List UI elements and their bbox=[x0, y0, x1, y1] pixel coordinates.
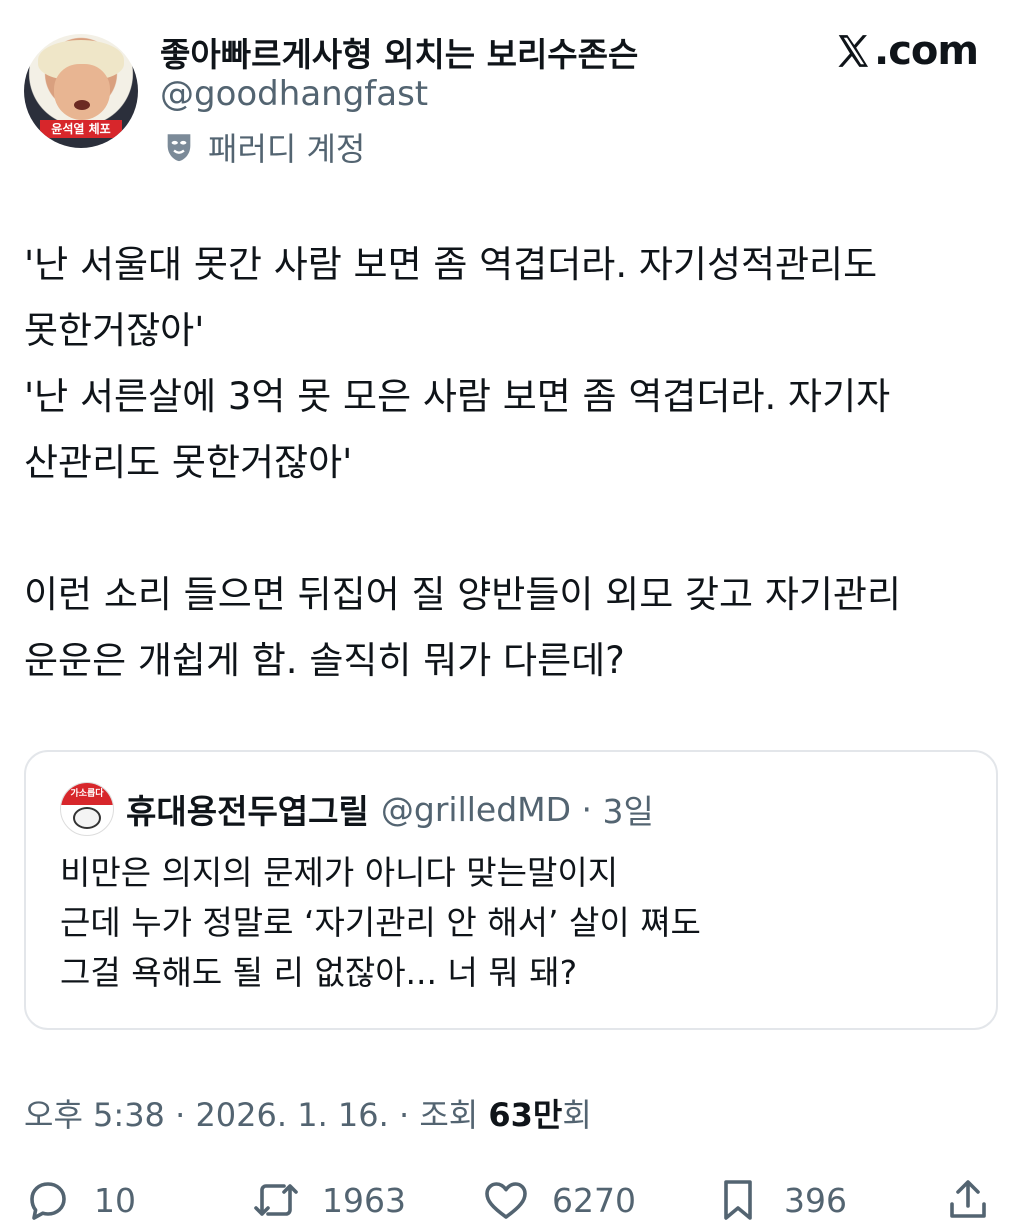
heart-icon bbox=[485, 1182, 527, 1219]
author-display-name[interactable]: 좋아빠르게사형 외치는 보리수존슨 bbox=[160, 28, 638, 76]
reply-icon bbox=[30, 1182, 66, 1220]
retweet-button[interactable]: 1963 bbox=[252, 1176, 406, 1224]
views-count: 63만 bbox=[488, 1096, 563, 1134]
x-brand: .com bbox=[834, 28, 979, 74]
like-count: 6270 bbox=[552, 1180, 636, 1220]
bear-face-icon bbox=[73, 807, 101, 829]
tweet-actions: 10 1963 6270 396 bbox=[24, 1176, 1000, 1232]
tweet-time[interactable]: 오후 5:38 bbox=[24, 1096, 165, 1134]
parody-mask-icon bbox=[167, 134, 191, 162]
meta-separator: · bbox=[398, 1096, 420, 1134]
views-label: 조회 bbox=[419, 1096, 479, 1134]
quoted-separator-dot: · bbox=[571, 789, 603, 829]
reply-button[interactable]: 10 bbox=[24, 1176, 136, 1224]
tweet-text: '난 서울대 못간 사람 보면 좀 역겹더라. 자기성적관리도 못한거잖아' '… bbox=[24, 243, 902, 682]
quoted-tweet-age: 3일 bbox=[602, 792, 654, 831]
retweet-count: 1963 bbox=[322, 1180, 406, 1220]
quoted-avatar-badge: 가소롭다 bbox=[61, 783, 113, 805]
quoted-tweet-text: 비만은 의지의 문제가 아니다 맞는말이지 근데 누가 정말로 ‘자기관리 안 … bbox=[60, 853, 701, 992]
quoted-author-handle[interactable]: @grilledMD bbox=[381, 790, 571, 829]
quoted-author-name[interactable]: 휴대용전두엽그릴 bbox=[126, 785, 369, 833]
tweet-meta: 오후 5:38 · 2026. 1. 16. · 조회 63만회 bbox=[24, 1090, 592, 1136]
like-button[interactable]: 6270 bbox=[482, 1176, 636, 1224]
author-handle[interactable]: @goodhangfast bbox=[160, 74, 428, 114]
views-unit: 회 bbox=[562, 1096, 592, 1134]
avatar-banner-text: 윤석열 체포 bbox=[40, 120, 122, 138]
tweet-date[interactable]: 2026. 1. 16. bbox=[195, 1096, 388, 1134]
parody-label-text: 패러디 계정 bbox=[208, 130, 366, 168]
retweet-icon bbox=[254, 1184, 298, 1216]
bookmark-icon bbox=[724, 1180, 752, 1220]
x-logo-icon bbox=[838, 35, 869, 67]
x-brand-domain: .com bbox=[874, 28, 979, 74]
avatar-face bbox=[54, 64, 110, 120]
quoted-tweet-header: 가소롭다 휴대용전두엽그릴 @grilledMD · 3일 bbox=[60, 782, 654, 836]
bookmark-button[interactable]: 396 bbox=[714, 1176, 847, 1224]
bookmark-count: 396 bbox=[784, 1180, 847, 1220]
reply-count: 10 bbox=[94, 1180, 136, 1220]
author-avatar[interactable]: 윤석열 체포 bbox=[24, 34, 138, 148]
quoted-tweet[interactable]: 가소롭다 휴대용전두엽그릴 @grilledMD · 3일 비만은 의지의 문제… bbox=[24, 750, 998, 1030]
meta-separator: · bbox=[175, 1096, 196, 1134]
share-button[interactable] bbox=[944, 1176, 992, 1224]
avatar-mouth bbox=[74, 100, 90, 110]
quoted-author-avatar[interactable]: 가소롭다 bbox=[60, 782, 114, 836]
parody-account-label: 패러디 계정 bbox=[162, 127, 366, 168]
share-icon bbox=[950, 1180, 986, 1218]
